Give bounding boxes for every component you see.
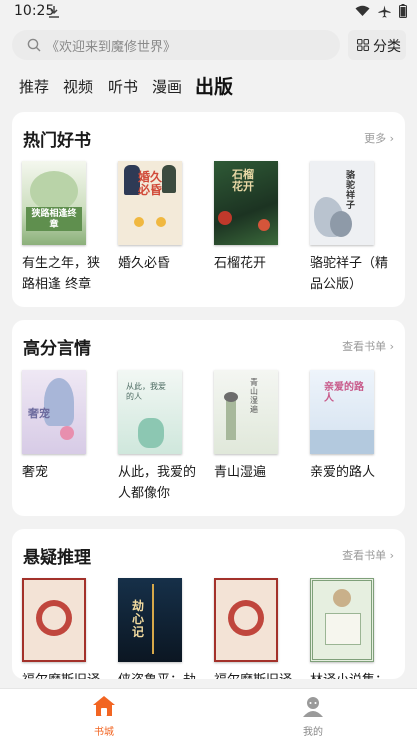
search-input[interactable]: 《欢迎来到魔修世界》 (46, 36, 176, 55)
tab-audiobook[interactable]: 听书 (108, 76, 138, 97)
section-mystery: 悬疑推理 查看书单 › 福尔摩斯旧译 劫心记 侠盗鲁平：劫 福尔摩斯旧译 林译小… (12, 529, 405, 679)
profile-icon (303, 697, 323, 717)
search-bar[interactable]: 《欢迎来到魔修世界》 (12, 30, 340, 60)
book-cover[interactable]: 骆驼祥子 (310, 161, 374, 245)
tab-comic[interactable]: 漫画 (152, 76, 182, 97)
category-button[interactable]: 分类 (348, 30, 406, 60)
tab-published[interactable]: 出版 (195, 72, 233, 99)
section-title: 热门好书 (23, 131, 91, 151)
book-cover[interactable]: 青山湿遍 (214, 370, 278, 454)
book-title[interactable]: 有生之年，狭路相逢 终章 (22, 253, 106, 295)
book-cover[interactable]: 奢宠 (22, 370, 86, 454)
book-list-link[interactable]: 查看书单 › (342, 547, 394, 563)
book-cover[interactable] (310, 578, 374, 662)
book-title[interactable]: 从此，我爱的人都像你 (118, 462, 202, 504)
more-link[interactable]: 更多 › (364, 130, 394, 146)
section-hot-books: 热门好书 更多 › 狭路相逢终章 有生之年，狭路相逢 终章 婚久必昏 婚久必昏 … (12, 112, 405, 307)
book-title[interactable]: 婚久必昏 (118, 253, 202, 274)
book-cover[interactable]: 石榴花开 (214, 161, 278, 245)
book-cover[interactable]: 狭路相逢终章 (22, 161, 86, 245)
bottom-nav: 书城 我的 (0, 688, 417, 742)
nav-label: 书城 (94, 727, 114, 738)
battery-icon (399, 4, 407, 18)
book-cover[interactable]: 婚久必昏 (118, 161, 182, 245)
book-title[interactable]: 骆驼祥子（精品公版） (310, 253, 394, 295)
book-title[interactable]: 侠盗鲁平：劫 (118, 670, 202, 679)
book-title[interactable]: 福尔摩斯旧译 (22, 670, 106, 679)
book-title[interactable]: 石榴花开 (214, 253, 298, 274)
status-bar: 10:25 (0, 0, 417, 24)
book-cover[interactable]: 亲爱的路人 (310, 370, 374, 454)
download-icon (49, 6, 59, 18)
book-title[interactable]: 亲爱的路人 (310, 462, 394, 483)
book-cover[interactable] (214, 578, 278, 662)
book-cover[interactable]: 从此，我爱的人 (118, 370, 182, 454)
section-title: 悬疑推理 (23, 548, 91, 568)
section-romance: 高分言情 查看书单 › 奢宠 奢宠 从此，我爱的人 从此，我爱的人都像你 青山湿… (12, 320, 405, 516)
category-label: 分类 (373, 39, 401, 55)
book-title[interactable]: 青山湿遍 (214, 462, 298, 483)
airplane-icon (378, 5, 391, 17)
book-title[interactable]: 福尔摩斯旧译 (214, 670, 298, 679)
search-icon (27, 38, 41, 52)
tab-video[interactable]: 视频 (63, 76, 93, 97)
book-title[interactable]: 林译小说集： (310, 670, 394, 679)
book-cover[interactable] (22, 578, 86, 662)
wifi-icon (355, 5, 370, 16)
home-icon (93, 696, 115, 716)
nav-label: 我的 (303, 727, 323, 738)
book-cover[interactable]: 劫心记 (118, 578, 182, 662)
book-list-link[interactable]: 查看书单 › (342, 338, 394, 354)
grid-icon (357, 39, 369, 51)
section-title: 高分言情 (23, 339, 91, 359)
tab-recommend[interactable]: 推荐 (19, 76, 49, 97)
book-title[interactable]: 奢宠 (22, 462, 106, 483)
